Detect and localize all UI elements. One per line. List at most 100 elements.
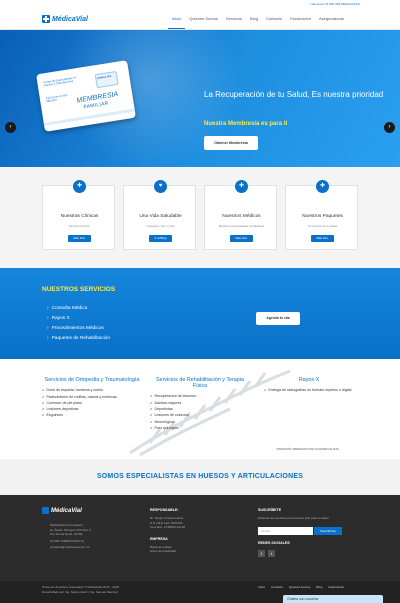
slider-prev-icon[interactable]: ‹	[5, 122, 16, 133]
service-item[interactable]: Rayos X	[47, 314, 110, 324]
footer-contact: MédicaVial (Corporativo) av. Álvaro Obre…	[50, 523, 91, 550]
specialty-title: Servicios de Ortopedia y Traumatología	[44, 377, 140, 383]
footer-heading: SUSCRÍBETE	[258, 508, 282, 512]
bottom-links: Inicio Contacto Quienes Somos Blog Factu…	[258, 585, 344, 589]
card-phone: Call Center 01 800 MEDICO	[45, 93, 68, 104]
site-footer: MédicaVial MédicaVial (Corporativo) av. …	[0, 495, 400, 581]
footer-brand-name: MédicaVial	[51, 507, 82, 514]
facebook-icon[interactable]: f	[258, 550, 265, 557]
specialty-title: Servicios de Rehabilitación y Terapia Fí…	[156, 377, 244, 390]
services-list: Consulta Médica Rayos X Procedimientos M…	[47, 304, 110, 344]
chat-widget-button[interactable]: Chatea con nosotros	[283, 595, 383, 603]
copyright: Todos los derechos reservados © MédicaVi…	[42, 585, 119, 594]
footer-logo[interactable]: MédicaVial	[42, 507, 82, 514]
specialties-note: *ATENCIÓN INMEDIATA POR UN ESPECIALISTA	[276, 447, 339, 451]
specialty-list: Recuperación de lesiones Adultos mayores…	[150, 393, 250, 431]
feature-card-medicos: ✚ Nuestros Médicos Médicos especialistas…	[204, 180, 277, 250]
book-appointment-button[interactable]: Agenda tu cita	[256, 312, 300, 325]
footer-social: REDES SOCIALES	[258, 541, 290, 549]
topbar-phone[interactable]: Llámenos! 01 800 300 MEDICO(633)	[310, 2, 360, 6]
services-title: NUESTROS SERVICIOS	[42, 286, 116, 293]
nav-item-facturacion[interactable]: Facturación	[286, 8, 315, 29]
more-info-button[interactable]: Más Info.	[68, 235, 91, 242]
specialty-ortopedia: Servicios de Ortopedia y Traumatología D…	[42, 377, 142, 419]
nav-item-servicios[interactable]: Servicios	[222, 8, 246, 29]
feature-desc: Servicio 24 Hrs.	[68, 224, 91, 228]
feature-card-vida-saludable: ♥ Una Vida Saludable Consejos, tips y má…	[123, 180, 196, 250]
stethoscope-icon: ✚	[235, 180, 248, 193]
more-info-button[interactable]: Más Info.	[230, 235, 253, 242]
footer-phone[interactable]: 01 800 3 MEDICO(633 4)	[50, 539, 91, 544]
feature-card-paquetes: ✚ Nuestros Paquetes Al servicio de tu sa…	[285, 180, 358, 250]
specialties-section: Servicios de Ortopedia y Traumatología D…	[0, 359, 400, 459]
cross-logo-icon	[42, 15, 50, 23]
feature-desc: Al servicio de tu salud	[307, 224, 338, 228]
feature-card-clinicas: ✚ Nuestras Clínicas Servicio 24 Hrs. Más…	[42, 180, 115, 250]
footer-heading: EMPRESA	[150, 536, 168, 541]
card-tagline: Centro de Especialistas en Huesos y Arti…	[43, 75, 77, 88]
bottom-link-contacto[interactable]: Contacto	[271, 585, 283, 589]
service-item[interactable]: Paquetes de Rehabilitación	[47, 334, 110, 344]
specialty-item: Post quirúrgica	[150, 425, 250, 431]
medkit-icon: ✚	[316, 180, 329, 193]
cross-logo-icon	[42, 507, 49, 514]
specialty-title: Rayos X	[298, 377, 320, 383]
bottom-link-blog[interactable]: Blog	[316, 585, 322, 589]
footer-subscribe: SUSCRÍBETE Entérate de nuestras promocio…	[258, 508, 358, 521]
specialty-rayos-x: Rayos X Entrega de radiografías en forma…	[264, 377, 354, 394]
specialty-list: Dolor de espalda, hombros y cuello Padec…	[42, 387, 142, 418]
top-bar: Llámenos! 01 800 300 MEDICO(633)	[0, 0, 400, 8]
credit-text: Desarrollado por Ing. Sergio Alvéz | Ing…	[42, 589, 119, 594]
services-section: NUESTROS SERVICIOS Consulta Médica Rayos…	[0, 268, 400, 359]
tagline-title: SOMOS ESPECIALISTAS EN HUESOS Y ARTICULA…	[96, 473, 304, 480]
footer-link[interactable]: Aviso de privacidad	[150, 549, 185, 554]
feature-title: Nuestros Médicos	[222, 214, 261, 219]
twitter-icon[interactable]: t	[268, 550, 275, 557]
specialty-list: Entrega de radiografías en formato impre…	[264, 387, 354, 393]
bottom-link-inicio[interactable]: Inicio	[258, 585, 265, 589]
clinic-icon: ✚	[73, 180, 86, 193]
site-logo[interactable]: MédicaVial	[42, 11, 88, 27]
nav-item-blog[interactable]: Blog	[246, 8, 262, 29]
feature-title: Una Vida Saludable	[139, 214, 182, 219]
nav-item-quienes-somos[interactable]: Quienes Somos	[185, 8, 221, 29]
subscribe-button[interactable]: Suscribirme	[314, 527, 342, 535]
feature-desc: Consejos, tips y más	[146, 224, 175, 228]
features-section: ✚ Nuestras Clínicas Servicio 24 Hrs. Más…	[0, 167, 400, 268]
nav-item-contacto[interactable]: Contacto	[262, 8, 286, 29]
slider-next-icon[interactable]: ›	[384, 122, 395, 133]
footer-heading: RESPONSABLE:	[150, 508, 179, 512]
go-to-blog-button[interactable]: Ir al Blog	[149, 235, 172, 242]
footer-text: Dr. Sergio Oceano Hérra	[150, 516, 184, 520]
feature-title: Nuestras Clínicas	[60, 214, 99, 219]
nav-item-aseguradoras[interactable]: Aseguradoras	[315, 8, 348, 29]
service-item[interactable]: Procedimientos Médicos	[47, 324, 110, 334]
specialty-item: Entrega de radiografías en formato impre…	[264, 387, 354, 393]
bottom-link-quienes-somos[interactable]: Quienes Somos	[289, 585, 310, 589]
footer-email[interactable]: contacto@medicavial.com.mx	[50, 545, 91, 550]
heart-icon: ♥	[154, 180, 167, 193]
footer-responsable: RESPONSABLE: Dr. Sergio Oceano Hérra D.N…	[150, 508, 185, 554]
footer-text: Ced. Esp. 1738660 Adj.38	[150, 525, 185, 530]
specialty-rehabilitacion: Servicios de Rehabilitación y Terapia Fí…	[150, 377, 250, 431]
footer-heading: REDES SOCIALES	[258, 541, 290, 545]
subscribe-email-input[interactable]: Correo	[258, 527, 313, 535]
main-nav: Inicio Quienes Somos Servicios Blog Cont…	[168, 8, 348, 29]
copyright-text: Todos los derechos reservados © MédicaVi…	[42, 585, 119, 589]
hero-slider: Centro de Especialistas en Huesos y Arti…	[0, 30, 400, 167]
more-info-button[interactable]: Más Info.	[311, 235, 334, 242]
hero-subtitle: Nuestra Membresía es para ti	[204, 121, 288, 127]
brand-name: MédicaVial	[52, 15, 88, 23]
tagline-section: SOMOS ESPECIALISTAS EN HUESOS Y ARTICULA…	[0, 459, 400, 495]
footer-address-line: Col. Roma Norte, 06700	[50, 532, 83, 537]
specialty-item: Esguinces	[42, 412, 142, 418]
nav-item-inicio[interactable]: Inicio	[168, 8, 186, 29]
get-membership-button[interactable]: Obtener Membresía	[204, 136, 258, 150]
hero-title: La Recuperación de tu Salud, Es nuestra …	[204, 90, 384, 99]
footer-text: Entérate de nuestras promociones sólo pa…	[258, 516, 329, 520]
bottom-link-facturacion[interactable]: Facturación	[328, 585, 344, 589]
service-item[interactable]: Consulta Médica	[47, 304, 110, 314]
site-header: MédicaVial Inicio Quienes Somos Servicio…	[0, 8, 400, 30]
social-links: f t	[258, 550, 275, 557]
feature-desc: Médicos especialistas certificados	[218, 224, 265, 228]
